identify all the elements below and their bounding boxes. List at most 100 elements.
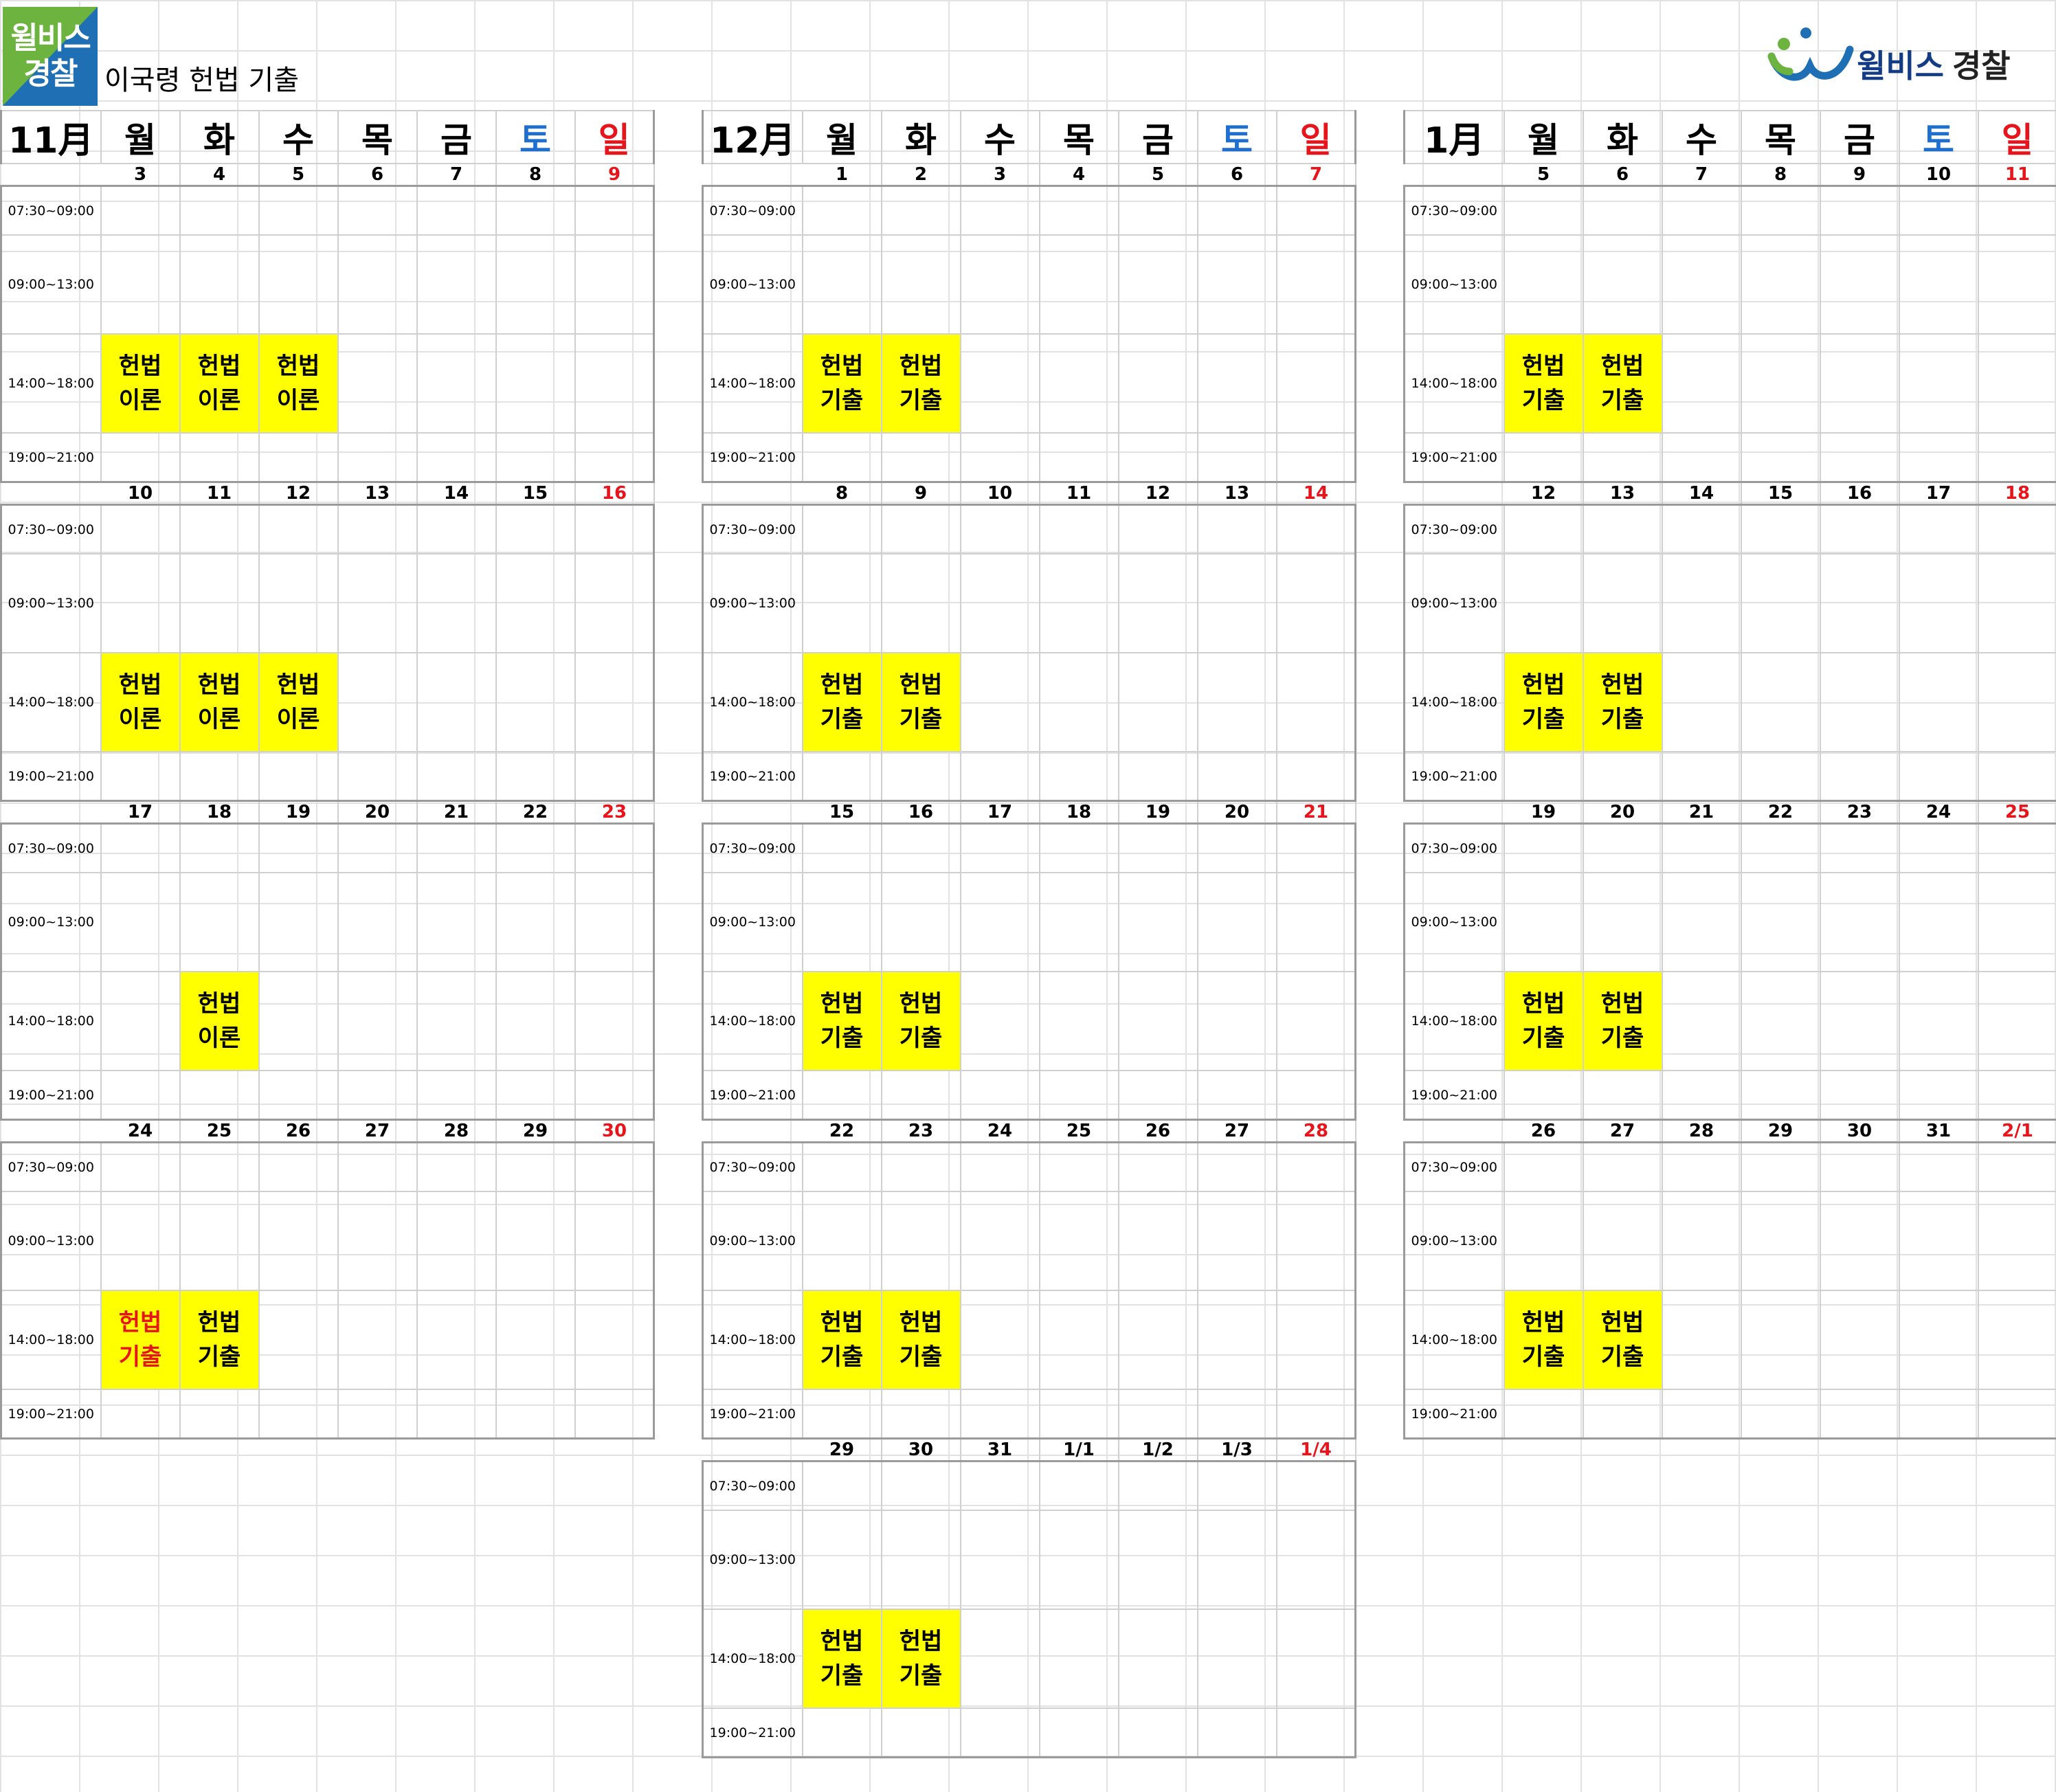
- schedule-cell[interactable]: [416, 234, 497, 335]
- schedule-cell[interactable]: [337, 1191, 418, 1291]
- class-cell[interactable]: 헌법 기출: [880, 652, 961, 752]
- schedule-cell[interactable]: [1740, 432, 1821, 483]
- schedule-cell[interactable]: [495, 872, 576, 972]
- schedule-cell[interactable]: [574, 751, 655, 802]
- schedule-cell[interactable]: [1038, 1141, 1119, 1192]
- schedule-cell[interactable]: [1275, 1707, 1356, 1758]
- schedule-cell[interactable]: [1117, 1460, 1198, 1511]
- schedule-cell[interactable]: [801, 234, 882, 335]
- schedule-cell[interactable]: [1503, 1070, 1584, 1121]
- schedule-cell[interactable]: [1819, 971, 1900, 1071]
- schedule-cell[interactable]: [959, 432, 1040, 483]
- schedule-cell[interactable]: [1661, 432, 1742, 483]
- schedule-cell[interactable]: [416, 1389, 497, 1440]
- schedule-cell[interactable]: [1275, 971, 1356, 1071]
- schedule-cell[interactable]: [1582, 751, 1663, 802]
- schedule-cell[interactable]: [495, 751, 576, 802]
- schedule-cell[interactable]: [1898, 751, 1979, 802]
- schedule-cell[interactable]: [179, 432, 260, 483]
- schedule-cell[interactable]: [1582, 234, 1663, 335]
- schedule-cell[interactable]: [1117, 333, 1198, 434]
- schedule-cell[interactable]: [495, 553, 576, 653]
- schedule-cell[interactable]: [1819, 1141, 1900, 1192]
- schedule-cell[interactable]: [959, 1389, 1040, 1440]
- schedule-cell[interactable]: [1819, 553, 1900, 653]
- schedule-cell[interactable]: [100, 1191, 181, 1291]
- schedule-cell[interactable]: [1977, 652, 2056, 752]
- schedule-cell[interactable]: [880, 1141, 961, 1192]
- schedule-cell[interactable]: [1977, 822, 2056, 873]
- schedule-cell[interactable]: [100, 1141, 181, 1192]
- schedule-cell[interactable]: [801, 1191, 882, 1291]
- schedule-cell[interactable]: [1898, 1141, 1979, 1192]
- schedule-cell[interactable]: [1819, 822, 1900, 873]
- schedule-cell[interactable]: [495, 1191, 576, 1291]
- schedule-cell[interactable]: [1196, 1510, 1277, 1610]
- schedule-cell[interactable]: [574, 872, 655, 972]
- schedule-cell[interactable]: [1819, 1070, 1900, 1121]
- schedule-cell[interactable]: [880, 751, 961, 802]
- schedule-cell[interactable]: [495, 1290, 576, 1390]
- schedule-cell[interactable]: [959, 553, 1040, 653]
- schedule-cell[interactable]: [100, 553, 181, 653]
- schedule-cell[interactable]: [880, 1389, 961, 1440]
- schedule-cell[interactable]: [1196, 1070, 1277, 1121]
- schedule-cell[interactable]: [1661, 234, 1742, 335]
- schedule-cell[interactable]: [1196, 1290, 1277, 1390]
- schedule-cell[interactable]: [1503, 1191, 1584, 1291]
- schedule-cell[interactable]: [1898, 1290, 1979, 1390]
- schedule-cell[interactable]: [1740, 333, 1821, 434]
- schedule-cell[interactable]: [1275, 1460, 1356, 1511]
- schedule-cell[interactable]: [416, 553, 497, 653]
- schedule-cell[interactable]: [959, 1070, 1040, 1121]
- schedule-cell[interactable]: [1661, 652, 1742, 752]
- schedule-cell[interactable]: [1196, 652, 1277, 752]
- schedule-cell[interactable]: [1898, 504, 1979, 555]
- schedule-cell[interactable]: [1117, 1510, 1198, 1610]
- schedule-cell[interactable]: [880, 1191, 961, 1291]
- schedule-cell[interactable]: [1275, 185, 1356, 236]
- schedule-cell[interactable]: [1661, 1389, 1742, 1440]
- schedule-cell[interactable]: [1582, 872, 1663, 972]
- schedule-cell[interactable]: [1038, 652, 1119, 752]
- schedule-cell[interactable]: [1275, 1389, 1356, 1440]
- schedule-cell[interactable]: [258, 872, 339, 972]
- schedule-cell[interactable]: [1275, 751, 1356, 802]
- schedule-cell[interactable]: [258, 1070, 339, 1121]
- schedule-cell[interactable]: [1661, 504, 1742, 555]
- schedule-cell[interactable]: [1977, 1191, 2056, 1291]
- schedule-cell[interactable]: [337, 751, 418, 802]
- schedule-cell[interactable]: [179, 504, 260, 555]
- schedule-cell[interactable]: [959, 1290, 1040, 1390]
- schedule-cell[interactable]: [1196, 1191, 1277, 1291]
- schedule-cell[interactable]: [1503, 822, 1584, 873]
- schedule-cell[interactable]: [179, 185, 260, 236]
- schedule-cell[interactable]: [1503, 872, 1584, 972]
- schedule-cell[interactable]: [1977, 432, 2056, 483]
- class-cell[interactable]: 헌법 이론: [179, 333, 260, 434]
- schedule-cell[interactable]: [1977, 1389, 2056, 1440]
- class-cell[interactable]: 헌법 기출: [1582, 1290, 1663, 1390]
- schedule-cell[interactable]: [179, 234, 260, 335]
- schedule-cell[interactable]: [1740, 1389, 1821, 1440]
- schedule-cell[interactable]: [574, 1389, 655, 1440]
- schedule-cell[interactable]: [416, 1141, 497, 1192]
- schedule-cell[interactable]: [1117, 652, 1198, 752]
- schedule-cell[interactable]: [1977, 751, 2056, 802]
- schedule-cell[interactable]: [801, 553, 882, 653]
- schedule-cell[interactable]: [801, 872, 882, 972]
- class-cell[interactable]: 헌법 기출: [801, 971, 882, 1071]
- schedule-cell[interactable]: [416, 333, 497, 434]
- schedule-cell[interactable]: [1275, 652, 1356, 752]
- schedule-cell[interactable]: [1661, 822, 1742, 873]
- schedule-cell[interactable]: [1898, 872, 1979, 972]
- schedule-cell[interactable]: [1117, 504, 1198, 555]
- schedule-cell[interactable]: [495, 822, 576, 873]
- schedule-cell[interactable]: [1038, 504, 1119, 555]
- schedule-cell[interactable]: [1740, 504, 1821, 555]
- schedule-cell[interactable]: [1038, 1389, 1119, 1440]
- schedule-cell[interactable]: [1661, 1070, 1742, 1121]
- schedule-cell[interactable]: [1038, 971, 1119, 1071]
- class-cell[interactable]: 헌법 기출: [801, 652, 882, 752]
- schedule-cell[interactable]: [179, 872, 260, 972]
